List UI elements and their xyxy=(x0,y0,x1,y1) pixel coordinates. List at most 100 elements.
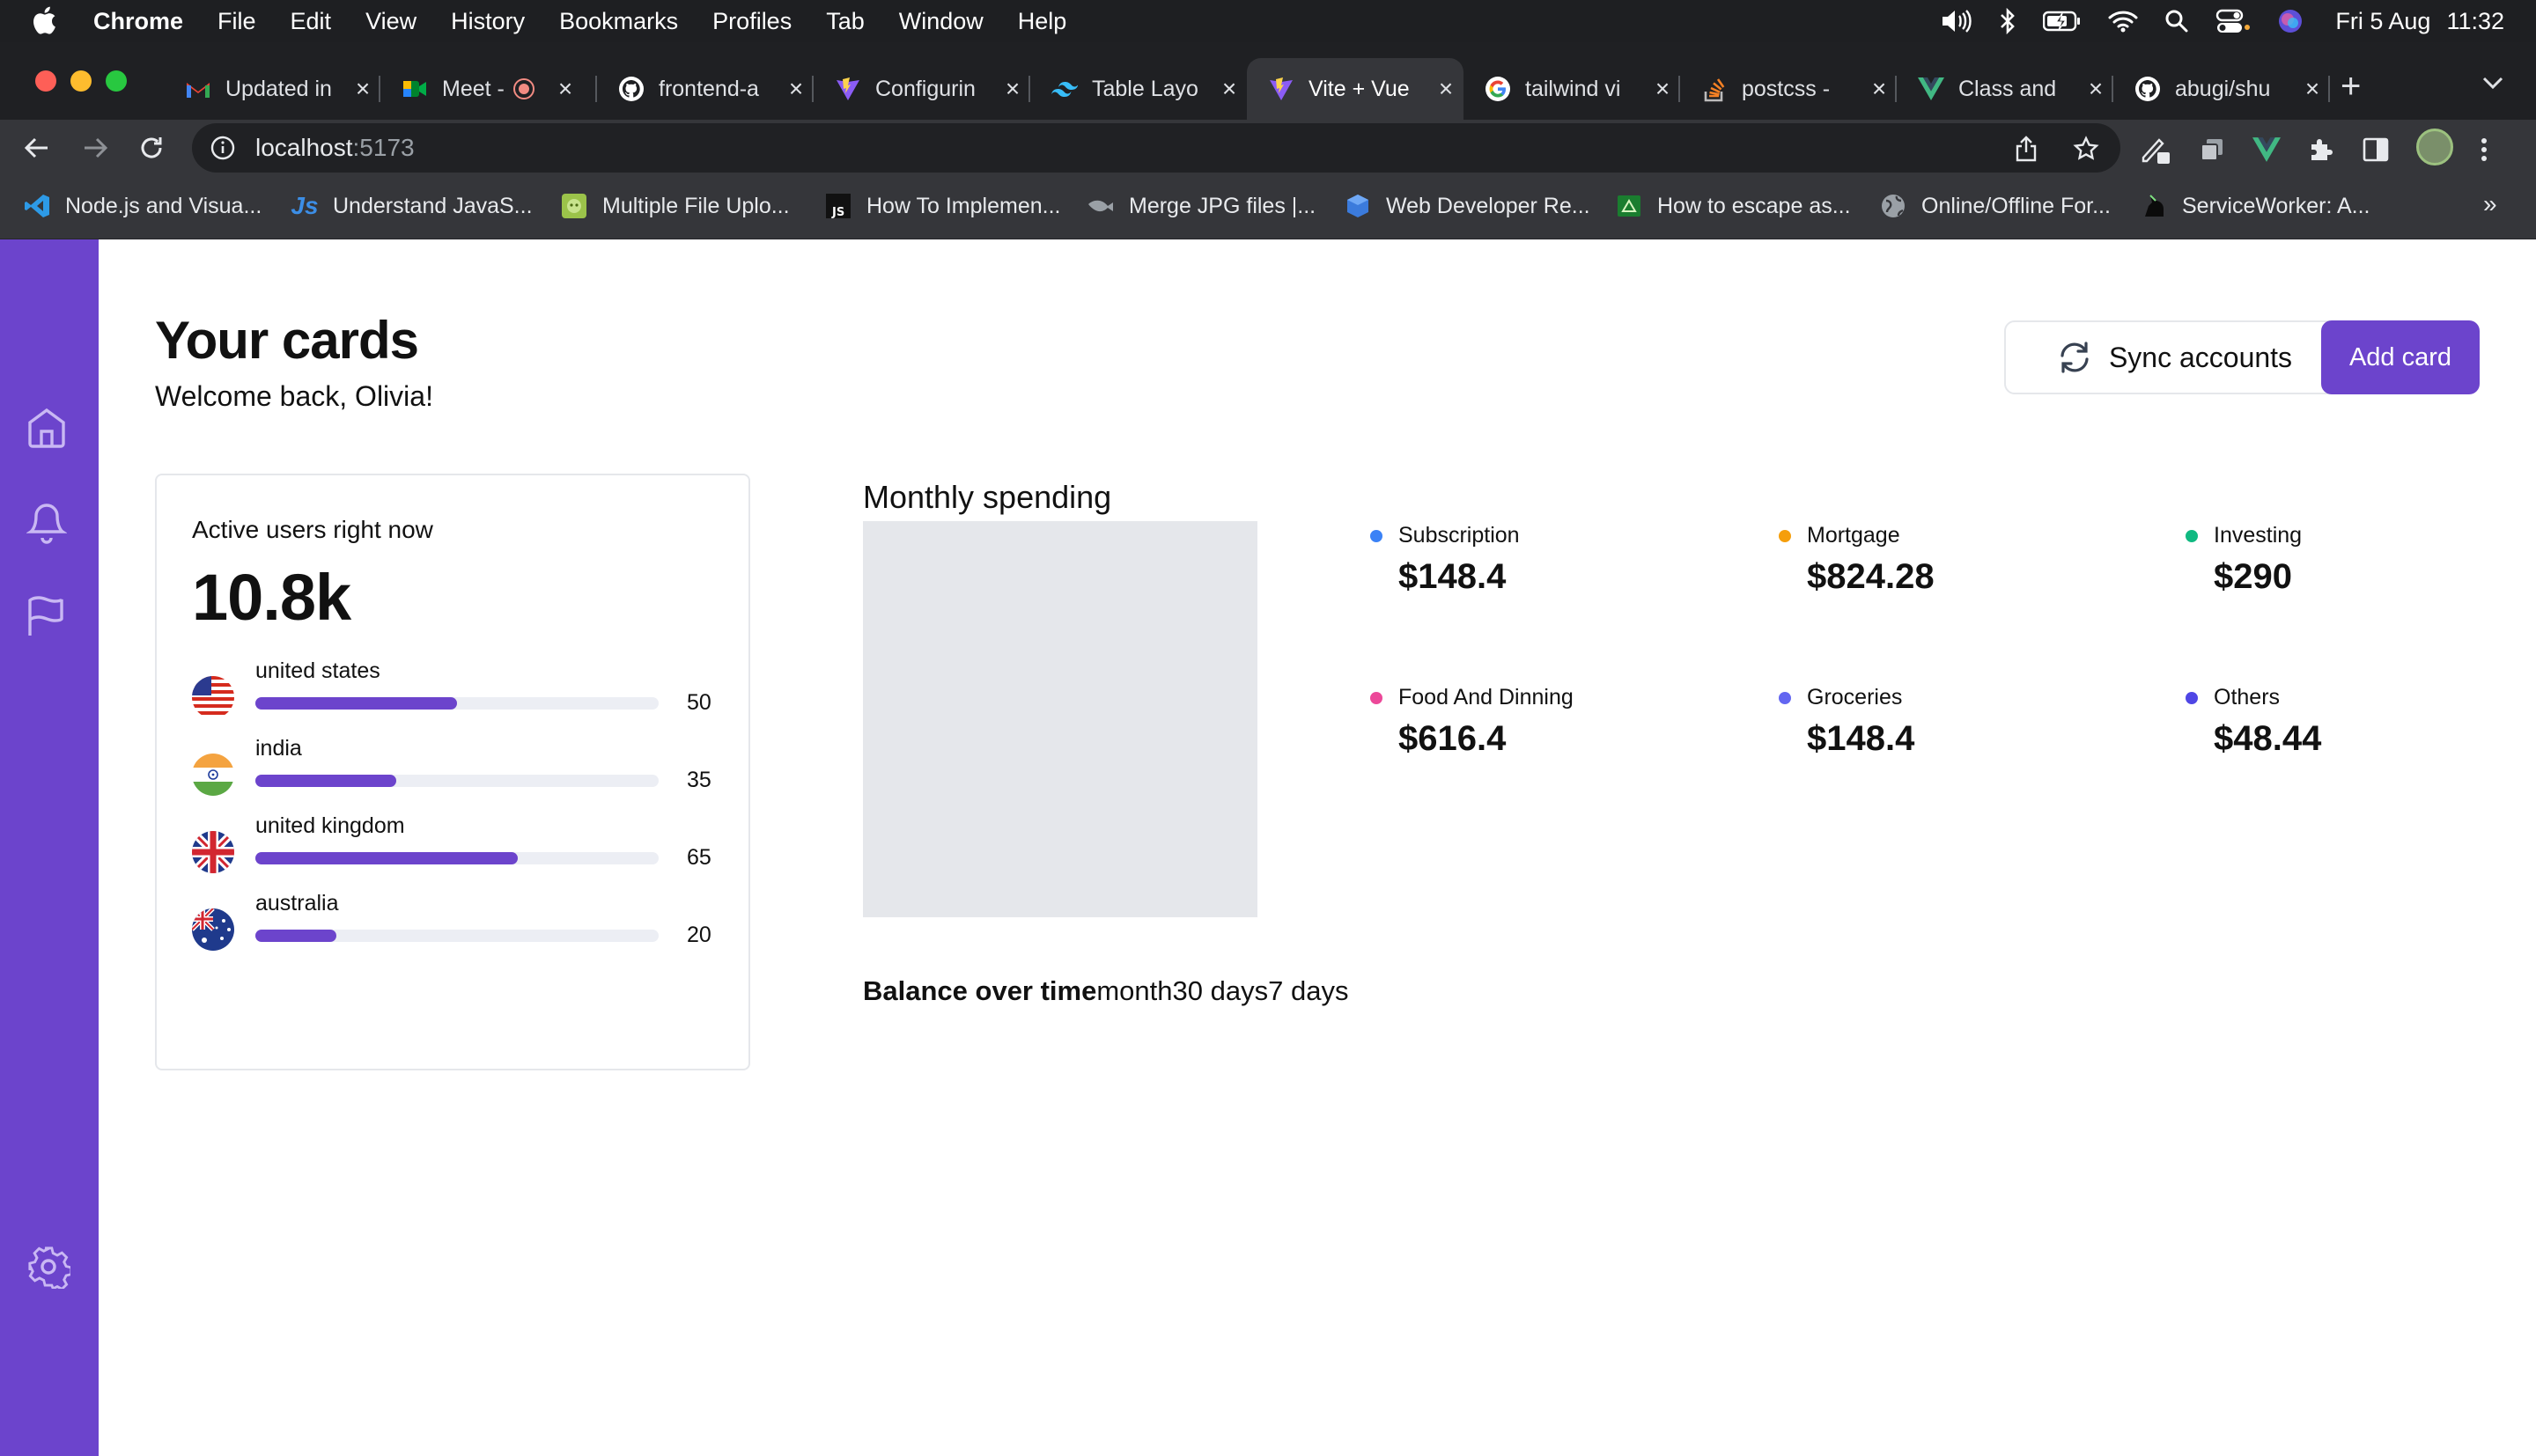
zoom-window-button[interactable] xyxy=(106,70,127,92)
range-option-7-days[interactable]: 7 days xyxy=(1268,975,1348,1006)
close-tab-icon[interactable]: × xyxy=(555,75,576,103)
bookmark-label: Web Developer Re... xyxy=(1386,193,1590,218)
bell-icon[interactable] xyxy=(26,502,67,546)
country-name: united kingdom xyxy=(255,813,405,838)
bookmark-item[interactable]: Node.js and Visua... xyxy=(23,192,262,220)
close-tab-icon[interactable]: × xyxy=(2302,75,2323,103)
close-tab-icon[interactable]: × xyxy=(785,75,807,103)
close-tab-icon[interactable]: × xyxy=(2085,75,2106,103)
menu-help[interactable]: Help xyxy=(1018,8,1067,35)
home-icon[interactable] xyxy=(26,407,67,449)
volume-icon[interactable] xyxy=(1941,9,1972,33)
menu-edit[interactable]: Edit xyxy=(291,8,332,35)
bookmark-label: ServiceWorker: A... xyxy=(2182,193,2370,218)
spending-label: Others xyxy=(2214,685,2281,710)
browser-tab[interactable]: Updated in × xyxy=(164,58,380,120)
apple-icon[interactable] xyxy=(32,6,56,34)
fish-icon xyxy=(1087,192,1115,220)
active-users-count: 10.8k xyxy=(192,561,351,634)
menu-profiles[interactable]: Profiles xyxy=(712,8,792,35)
browser-tab[interactable]: Configurin × xyxy=(814,58,1030,120)
browser-tab[interactable]: Meet - × xyxy=(380,58,597,120)
legend-dot xyxy=(1370,691,1382,704)
browser-tab[interactable]: Class and × xyxy=(1897,58,2113,120)
bluetooth-icon[interactable] xyxy=(1999,8,2016,34)
browser-tab[interactable]: Table Layo × xyxy=(1030,58,1247,120)
side-panel-icon[interactable] xyxy=(2362,136,2390,163)
menubar-time[interactable]: 11:32 xyxy=(2446,8,2504,35)
range-option-30-days[interactable]: 30 days xyxy=(1173,975,1269,1006)
spending-label: Subscription xyxy=(1398,523,1520,548)
more-menu-icon[interactable] xyxy=(2480,136,2488,164)
vue-icon xyxy=(1918,76,1944,102)
bookmark-label: How to escape as... xyxy=(1657,193,1851,218)
menu-tab[interactable]: Tab xyxy=(826,8,865,35)
minimize-window-button[interactable] xyxy=(70,70,92,92)
pen-extension-icon[interactable] xyxy=(2140,135,2171,165)
sync-accounts-button[interactable]: Sync accounts xyxy=(2004,320,2344,394)
browser-tab[interactable]: tailwind vi × xyxy=(1463,58,1680,120)
profile-avatar[interactable] xyxy=(2416,129,2453,165)
new-tab-button[interactable]: + xyxy=(2341,69,2361,104)
bookmark-item[interactable]: Online/Offline For... xyxy=(1879,192,2111,220)
close-tab-icon[interactable]: × xyxy=(1002,75,1023,103)
bookmark-item[interactable]: Multiple File Uplo... xyxy=(560,192,790,220)
country-name: australia xyxy=(255,891,339,916)
browser-tab[interactable]: postcss - × xyxy=(1680,58,1897,120)
spending-stat: Groceries $148.4 xyxy=(1779,685,2159,759)
close-tab-icon[interactable]: × xyxy=(1869,75,1890,103)
address-bar[interactable]: localhost:5173 xyxy=(192,123,2120,173)
bookmark-item[interactable]: Web Developer Re... xyxy=(1344,192,1590,220)
forward-arrow-icon[interactable] xyxy=(81,134,109,162)
url-text[interactable]: localhost:5173 xyxy=(255,134,415,162)
gear-icon[interactable] xyxy=(26,1245,70,1289)
close-tab-icon[interactable]: × xyxy=(352,75,373,103)
bookmark-item[interactable]: JS How To Implemen... xyxy=(824,192,1060,220)
control-center-icon[interactable] xyxy=(2215,8,2251,34)
back-arrow-icon[interactable] xyxy=(23,134,51,162)
copy-extension-icon[interactable] xyxy=(2198,136,2226,164)
close-tab-icon[interactable]: × xyxy=(1435,75,1456,103)
bookmark-star-icon[interactable] xyxy=(2073,136,2099,162)
menu-bookmarks[interactable]: Bookmarks xyxy=(559,8,678,35)
reload-icon[interactable] xyxy=(137,134,166,162)
menu-window[interactable]: Window xyxy=(899,8,984,35)
menu-file[interactable]: File xyxy=(217,8,256,35)
close-tab-icon[interactable]: × xyxy=(1219,75,1240,103)
tab-search-chevron-icon[interactable] xyxy=(2481,76,2504,90)
menu-history[interactable]: History xyxy=(451,8,525,35)
extensions-puzzle-icon[interactable] xyxy=(2307,136,2335,164)
country-value: 65 xyxy=(687,845,711,870)
close-tab-icon[interactable]: × xyxy=(1652,75,1673,103)
battery-icon[interactable] xyxy=(2043,11,2082,32)
siri-icon[interactable] xyxy=(2277,8,2304,34)
browser-tab[interactable]: frontend-a × xyxy=(597,58,814,120)
browser-tab-active[interactable]: Vite + Vue × xyxy=(1247,58,1463,120)
vue-devtools-icon[interactable] xyxy=(2252,137,2281,162)
unicorn-icon xyxy=(2140,192,2168,220)
vite-icon xyxy=(1268,76,1294,102)
spending-value: $148.4 xyxy=(1398,557,1507,596)
tab-title: Meet - xyxy=(442,76,505,101)
app-main: Your cards Welcome back, Olivia! Sync ac… xyxy=(99,239,2536,1456)
bookmark-item[interactable]: How to escape as... xyxy=(1615,192,1851,220)
active-users-card: Active users right now 10.8k united stat… xyxy=(155,474,750,1070)
add-card-button[interactable]: Add card xyxy=(2321,320,2480,394)
bookmark-item[interactable]: Js Understand JavaS... xyxy=(291,192,532,220)
tab-title: postcss - xyxy=(1742,76,1831,101)
site-info-icon[interactable] xyxy=(210,135,236,161)
bookmark-item[interactable]: ServiceWorker: A... xyxy=(2140,192,2370,220)
share-icon[interactable] xyxy=(2015,136,2038,162)
more-bookmarks-icon[interactable]: » xyxy=(2483,190,2497,218)
menubar-date[interactable]: Fri 5 Aug xyxy=(2335,8,2430,35)
flag-icon[interactable] xyxy=(26,595,65,637)
menu-view[interactable]: View xyxy=(365,8,417,35)
menu-app-chrome[interactable]: Chrome xyxy=(93,8,183,35)
bookmark-item[interactable]: Merge JPG files |... xyxy=(1087,192,1316,220)
wifi-icon[interactable] xyxy=(2108,10,2138,33)
browser-tab[interactable]: abugi/shu × xyxy=(2113,58,2330,120)
spotlight-search-icon[interactable] xyxy=(2164,9,2189,33)
close-window-button[interactable] xyxy=(35,70,56,92)
range-option-month[interactable]: month xyxy=(1096,975,1172,1006)
sync-accounts-label: Sync accounts xyxy=(2108,341,2293,373)
